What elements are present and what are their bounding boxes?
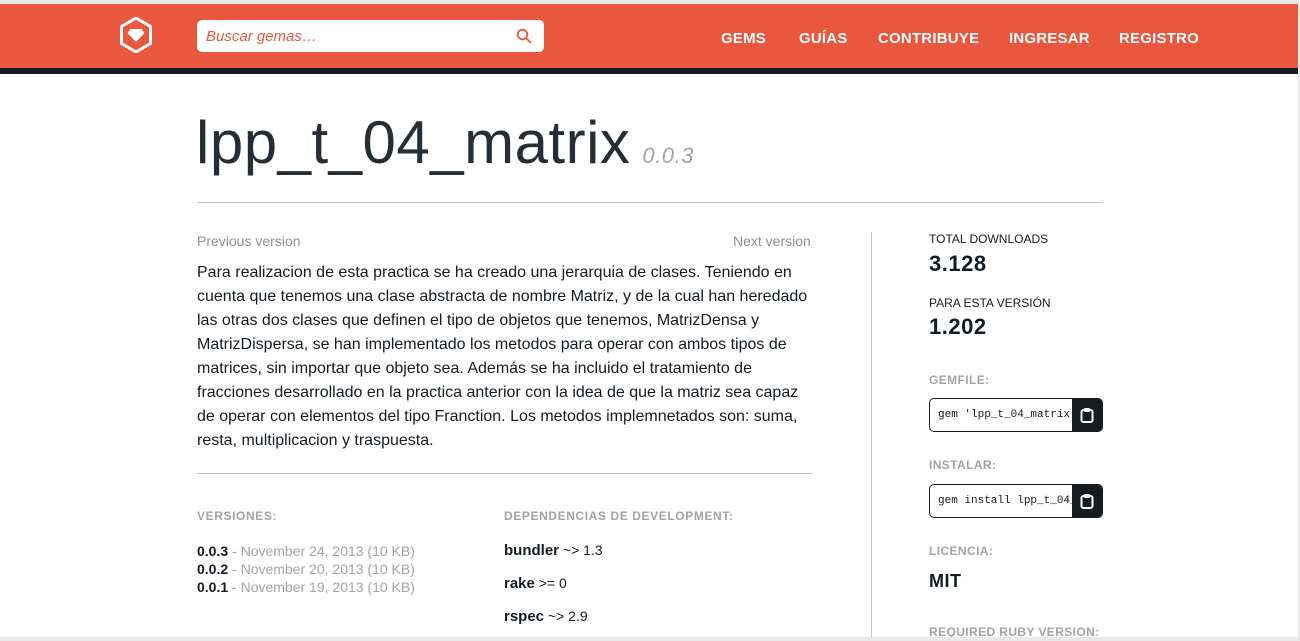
version-link[interactable]: 0.0.3 bbox=[197, 543, 228, 559]
dependency-item: bundler ~> 1.3 bbox=[504, 542, 603, 575]
dependency-link[interactable]: rake bbox=[504, 575, 535, 592]
nav-guias[interactable]: GUÍAS bbox=[799, 30, 848, 47]
total-downloads-count: 3.128 bbox=[929, 251, 987, 276]
gem-name: lpp_t_04_matrix bbox=[196, 109, 631, 176]
gem-version: 0.0.3 bbox=[642, 143, 694, 168]
versions-list: 0.0.3 - November 24, 2013 (10 KB) 0.0.2 … bbox=[197, 542, 477, 596]
nav-ingresar[interactable]: INGRESAR bbox=[1009, 30, 1090, 47]
title-divider bbox=[197, 202, 1103, 203]
sidebar-divider bbox=[871, 232, 872, 637]
version-item: 0.0.1 - November 19, 2013 (10 KB) bbox=[197, 578, 477, 596]
version-details: - November 20, 2013 (10 KB) bbox=[228, 561, 415, 577]
dependencies-list: bundler ~> 1.3 rake >= 0 rspec ~> 2.9 bbox=[504, 542, 603, 641]
gemfile-field bbox=[929, 398, 1103, 432]
search-box bbox=[197, 20, 544, 52]
dependency-link[interactable]: rspec bbox=[504, 608, 544, 625]
nav-registro[interactable]: REGISTRO bbox=[1119, 30, 1199, 47]
total-downloads-label: TOTAL DOWNLOADS bbox=[929, 232, 1049, 246]
window-frame-bottom bbox=[0, 637, 1300, 641]
version-downloads-count: 1.202 bbox=[929, 314, 987, 339]
version-item: 0.0.3 - November 24, 2013 (10 KB) bbox=[197, 542, 477, 560]
header-divider bbox=[0, 68, 1300, 74]
copy-gemfile-button[interactable] bbox=[1072, 399, 1102, 431]
dependency-requirement: ~> 2.9 bbox=[544, 608, 588, 624]
license-label: LICENCIA: bbox=[929, 544, 994, 558]
previous-version-link[interactable]: Previous version bbox=[197, 233, 301, 249]
rubygems-logo-icon[interactable] bbox=[120, 17, 152, 53]
gemfile-input[interactable] bbox=[930, 399, 1072, 431]
version-link[interactable]: 0.0.1 bbox=[197, 579, 228, 595]
page-title: lpp_t_04_matrix 0.0.3 bbox=[196, 108, 694, 177]
versions-heading: VERSIONES: bbox=[197, 509, 278, 523]
install-field bbox=[929, 484, 1103, 518]
site-header: GEMS GUÍAS CONTRIBUYE INGRESAR REGISTRO bbox=[0, 4, 1300, 68]
install-input[interactable] bbox=[930, 485, 1072, 517]
description-divider bbox=[197, 473, 813, 474]
license-value: MIT bbox=[929, 571, 962, 591]
dependency-link[interactable]: bundler bbox=[504, 542, 559, 559]
copy-install-button[interactable] bbox=[1072, 485, 1102, 517]
dependency-requirement: >= 0 bbox=[534, 575, 567, 591]
version-link[interactable]: 0.0.2 bbox=[197, 561, 228, 577]
next-version-link[interactable]: Next version bbox=[733, 233, 811, 249]
install-label: INSTALAR: bbox=[929, 458, 997, 472]
clipboard-icon bbox=[1080, 408, 1094, 423]
clipboard-icon bbox=[1080, 494, 1094, 509]
gemfile-label: GEMFILE: bbox=[929, 373, 990, 387]
version-details: - November 19, 2013 (10 KB) bbox=[228, 579, 415, 595]
gem-description: Para realizacion de esta practica se ha … bbox=[197, 264, 808, 449]
version-details: - November 24, 2013 (10 KB) bbox=[228, 543, 415, 559]
search-icon[interactable] bbox=[516, 28, 532, 44]
version-item: 0.0.2 - November 20, 2013 (10 KB) bbox=[197, 560, 477, 578]
dependency-item: rake >= 0 bbox=[504, 575, 603, 608]
search-input[interactable] bbox=[197, 20, 507, 52]
version-downloads-label: PARA ESTA VERSIÓN bbox=[929, 296, 1051, 310]
nav-gems[interactable]: GEMS bbox=[721, 30, 766, 47]
dependencies-heading: DEPENDENCIAS DE DEVELOPMENT: bbox=[504, 509, 734, 523]
dependency-requirement: ~> 1.3 bbox=[559, 542, 603, 558]
nav-contribuye[interactable]: CONTRIBUYE bbox=[878, 30, 979, 47]
